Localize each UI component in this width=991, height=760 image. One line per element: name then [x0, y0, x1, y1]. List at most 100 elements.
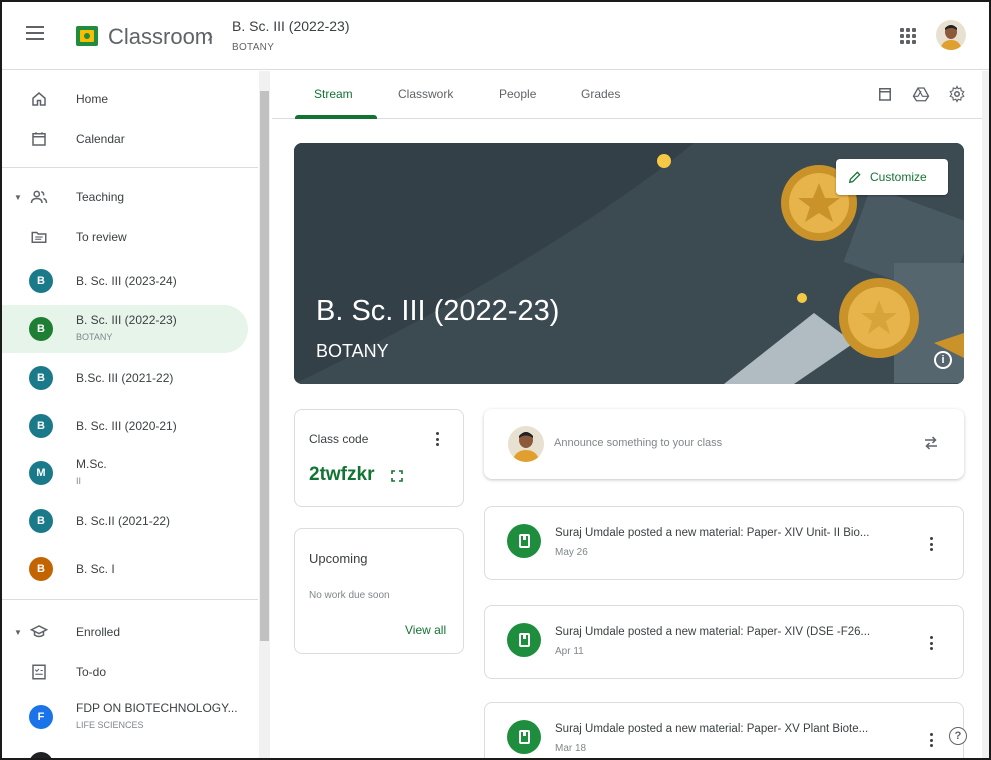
- sidebar-item-todo[interactable]: To-do: [2, 648, 248, 696]
- class-badge-partial[interactable]: [29, 752, 53, 758]
- class-badge: B: [29, 269, 53, 293]
- class-banner: B. Sc. III (2022-23) BOTANY Customize i: [294, 143, 964, 384]
- sidebar-item-calendar[interactable]: Calendar: [2, 115, 248, 163]
- sidebar-item-label: Calendar: [76, 132, 125, 146]
- drive-icon[interactable]: [912, 85, 930, 103]
- class-badge: M: [29, 461, 53, 485]
- more-options-icon[interactable]: [925, 634, 937, 652]
- sidebar-item-sublabel: II: [76, 476, 82, 486]
- expand-caret-icon[interactable]: ▼: [14, 628, 22, 637]
- folder-review-icon: [28, 226, 50, 248]
- sidebar-item-label: B.Sc. III (2021-22): [76, 371, 174, 385]
- sidebar-item-sublabel: LIFE SCIENCES: [76, 720, 144, 730]
- home-icon: [28, 88, 50, 110]
- tab-classwork[interactable]: Classwork: [398, 87, 453, 101]
- active-tab-indicator: [295, 115, 377, 119]
- upcoming-empty-text: No work due soon: [309, 590, 390, 601]
- sidebar-item-class[interactable]: B B. Sc. III (2023-24): [2, 257, 248, 305]
- sidebar-scrollbar[interactable]: [259, 71, 270, 758]
- breadcrumb-separator: ›: [207, 26, 213, 46]
- stream-post[interactable]: Suraj Umdale posted a new material: Pape…: [484, 605, 964, 679]
- sidebar-item-sublabel: BOTANY: [76, 332, 113, 342]
- tab-people[interactable]: People: [499, 87, 536, 101]
- sidebar-item-label: Teaching: [76, 190, 125, 204]
- more-options-icon[interactable]: [925, 535, 937, 553]
- sidebar-item-label: B. Sc. III (2023-24): [76, 274, 177, 288]
- app-title[interactable]: Classroom: [108, 24, 213, 50]
- main-scrollbar[interactable]: [982, 71, 989, 758]
- sidebar-divider: [2, 599, 258, 600]
- account-avatar[interactable]: [936, 20, 966, 50]
- post-title[interactable]: Suraj Umdale posted a new material: Pape…: [555, 723, 915, 735]
- expand-caret-icon[interactable]: ▼: [14, 193, 22, 202]
- calendar-icon[interactable]: [876, 85, 894, 103]
- class-badge: F: [29, 705, 53, 729]
- banner-class-subject: BOTANY: [316, 341, 389, 361]
- top-bar: Classroom › B. Sc. III (2022-23) BOTANY: [2, 2, 989, 70]
- todo-checklist-icon: [28, 661, 50, 683]
- sidebar-item-to-review[interactable]: To review: [2, 213, 248, 261]
- stream-post[interactable]: Suraj Umdale posted a new material: Pape…: [484, 506, 964, 580]
- post-title[interactable]: Suraj Umdale posted a new material: Pape…: [555, 626, 915, 638]
- banner-class-title: B. Sc. III (2022-23): [316, 295, 560, 327]
- gear-icon[interactable]: [948, 85, 966, 103]
- customize-button[interactable]: Customize: [836, 159, 948, 195]
- sidebar-item-class[interactable]: M M.Sc. II: [2, 449, 248, 497]
- more-options-icon[interactable]: [925, 731, 937, 749]
- main-menu-icon[interactable]: [26, 26, 44, 40]
- sidebar-item-label: FDP ON BIOTECHNOLOGY...: [76, 701, 238, 715]
- tab-stream[interactable]: Stream: [314, 87, 353, 101]
- repost-icon[interactable]: [922, 434, 940, 452]
- classroom-logo-icon[interactable]: [76, 26, 98, 46]
- sidebar-item-label: To-do: [76, 665, 107, 679]
- fullscreen-icon[interactable]: [391, 470, 403, 482]
- tab-grades[interactable]: Grades: [581, 87, 620, 101]
- sidebar-item-label: Home: [76, 92, 109, 106]
- class-badge: B: [29, 414, 53, 438]
- sidebar-item-class-active[interactable]: B B. Sc. III (2022-23) BOTANY: [2, 305, 248, 353]
- sidebar-divider: [2, 167, 258, 168]
- breadcrumb-class-subtitle: BOTANY: [232, 42, 275, 53]
- material-icon: [507, 524, 541, 558]
- people-icon: [28, 186, 50, 208]
- upcoming-title: Upcoming: [309, 551, 368, 566]
- class-badge: B: [29, 366, 53, 390]
- announce-placeholder[interactable]: Announce something to your class: [554, 437, 722, 449]
- sidebar-item-label: B. Sc.II (2021-22): [76, 514, 171, 528]
- view-all-link[interactable]: View all: [405, 623, 446, 637]
- more-options-icon[interactable]: [431, 430, 443, 448]
- user-avatar: [508, 426, 544, 462]
- post-date: Mar 18: [555, 743, 587, 754]
- sidebar-item-class[interactable]: B B. Sc. I: [2, 545, 248, 593]
- info-icon[interactable]: i: [934, 351, 952, 369]
- customize-label: Customize: [870, 170, 927, 184]
- sidebar-item-class[interactable]: B B.Sc. III (2021-22): [2, 354, 248, 402]
- sidebar-item-label: To review: [76, 230, 127, 244]
- pencil-icon: [848, 171, 861, 184]
- breadcrumb-class-title[interactable]: B. Sc. III (2022-23): [232, 18, 350, 34]
- sidebar-item-class[interactable]: B B. Sc. III (2020-21): [2, 402, 248, 450]
- class-code-card: Class code 2twfzkr: [294, 409, 464, 507]
- classroom-window: Classroom › B. Sc. III (2022-23) BOTANY …: [0, 0, 991, 760]
- sidebar-item-class[interactable]: B B. Sc.II (2021-22): [2, 497, 248, 545]
- class-badge: B: [29, 509, 53, 533]
- stream-post[interactable]: Suraj Umdale posted a new material: Pape…: [484, 702, 964, 758]
- help-icon[interactable]: ?: [949, 727, 967, 745]
- sidebar-item-label: B. Sc. III (2022-23): [76, 313, 177, 327]
- announce-box[interactable]: Announce something to your class: [484, 409, 964, 479]
- google-apps-icon[interactable]: [900, 28, 916, 44]
- post-date: Apr 11: [555, 646, 584, 657]
- post-title[interactable]: Suraj Umdale posted a new material: Pape…: [555, 527, 915, 539]
- class-badge: B: [29, 557, 53, 581]
- sidebar-scrollbar-thumb[interactable]: [260, 91, 269, 641]
- class-tabs: Stream Classwork People Grades: [272, 71, 989, 119]
- sidebar: Home Calendar ▼ Teaching To review B B. …: [2, 71, 270, 758]
- sidebar-item-label: M.Sc.: [76, 457, 107, 471]
- class-code-label: Class code: [309, 432, 369, 446]
- sidebar-item-label: B. Sc. I: [76, 562, 115, 576]
- upcoming-card: Upcoming No work due soon View all: [294, 528, 464, 654]
- post-date: May 26: [555, 547, 588, 558]
- class-code-value: 2twfzkr: [309, 464, 375, 485]
- sidebar-item-enrolled-class[interactable]: F FDP ON BIOTECHNOLOGY... LIFE SCIENCES: [2, 693, 248, 741]
- sidebar-item-label: B. Sc. III (2020-21): [76, 419, 177, 433]
